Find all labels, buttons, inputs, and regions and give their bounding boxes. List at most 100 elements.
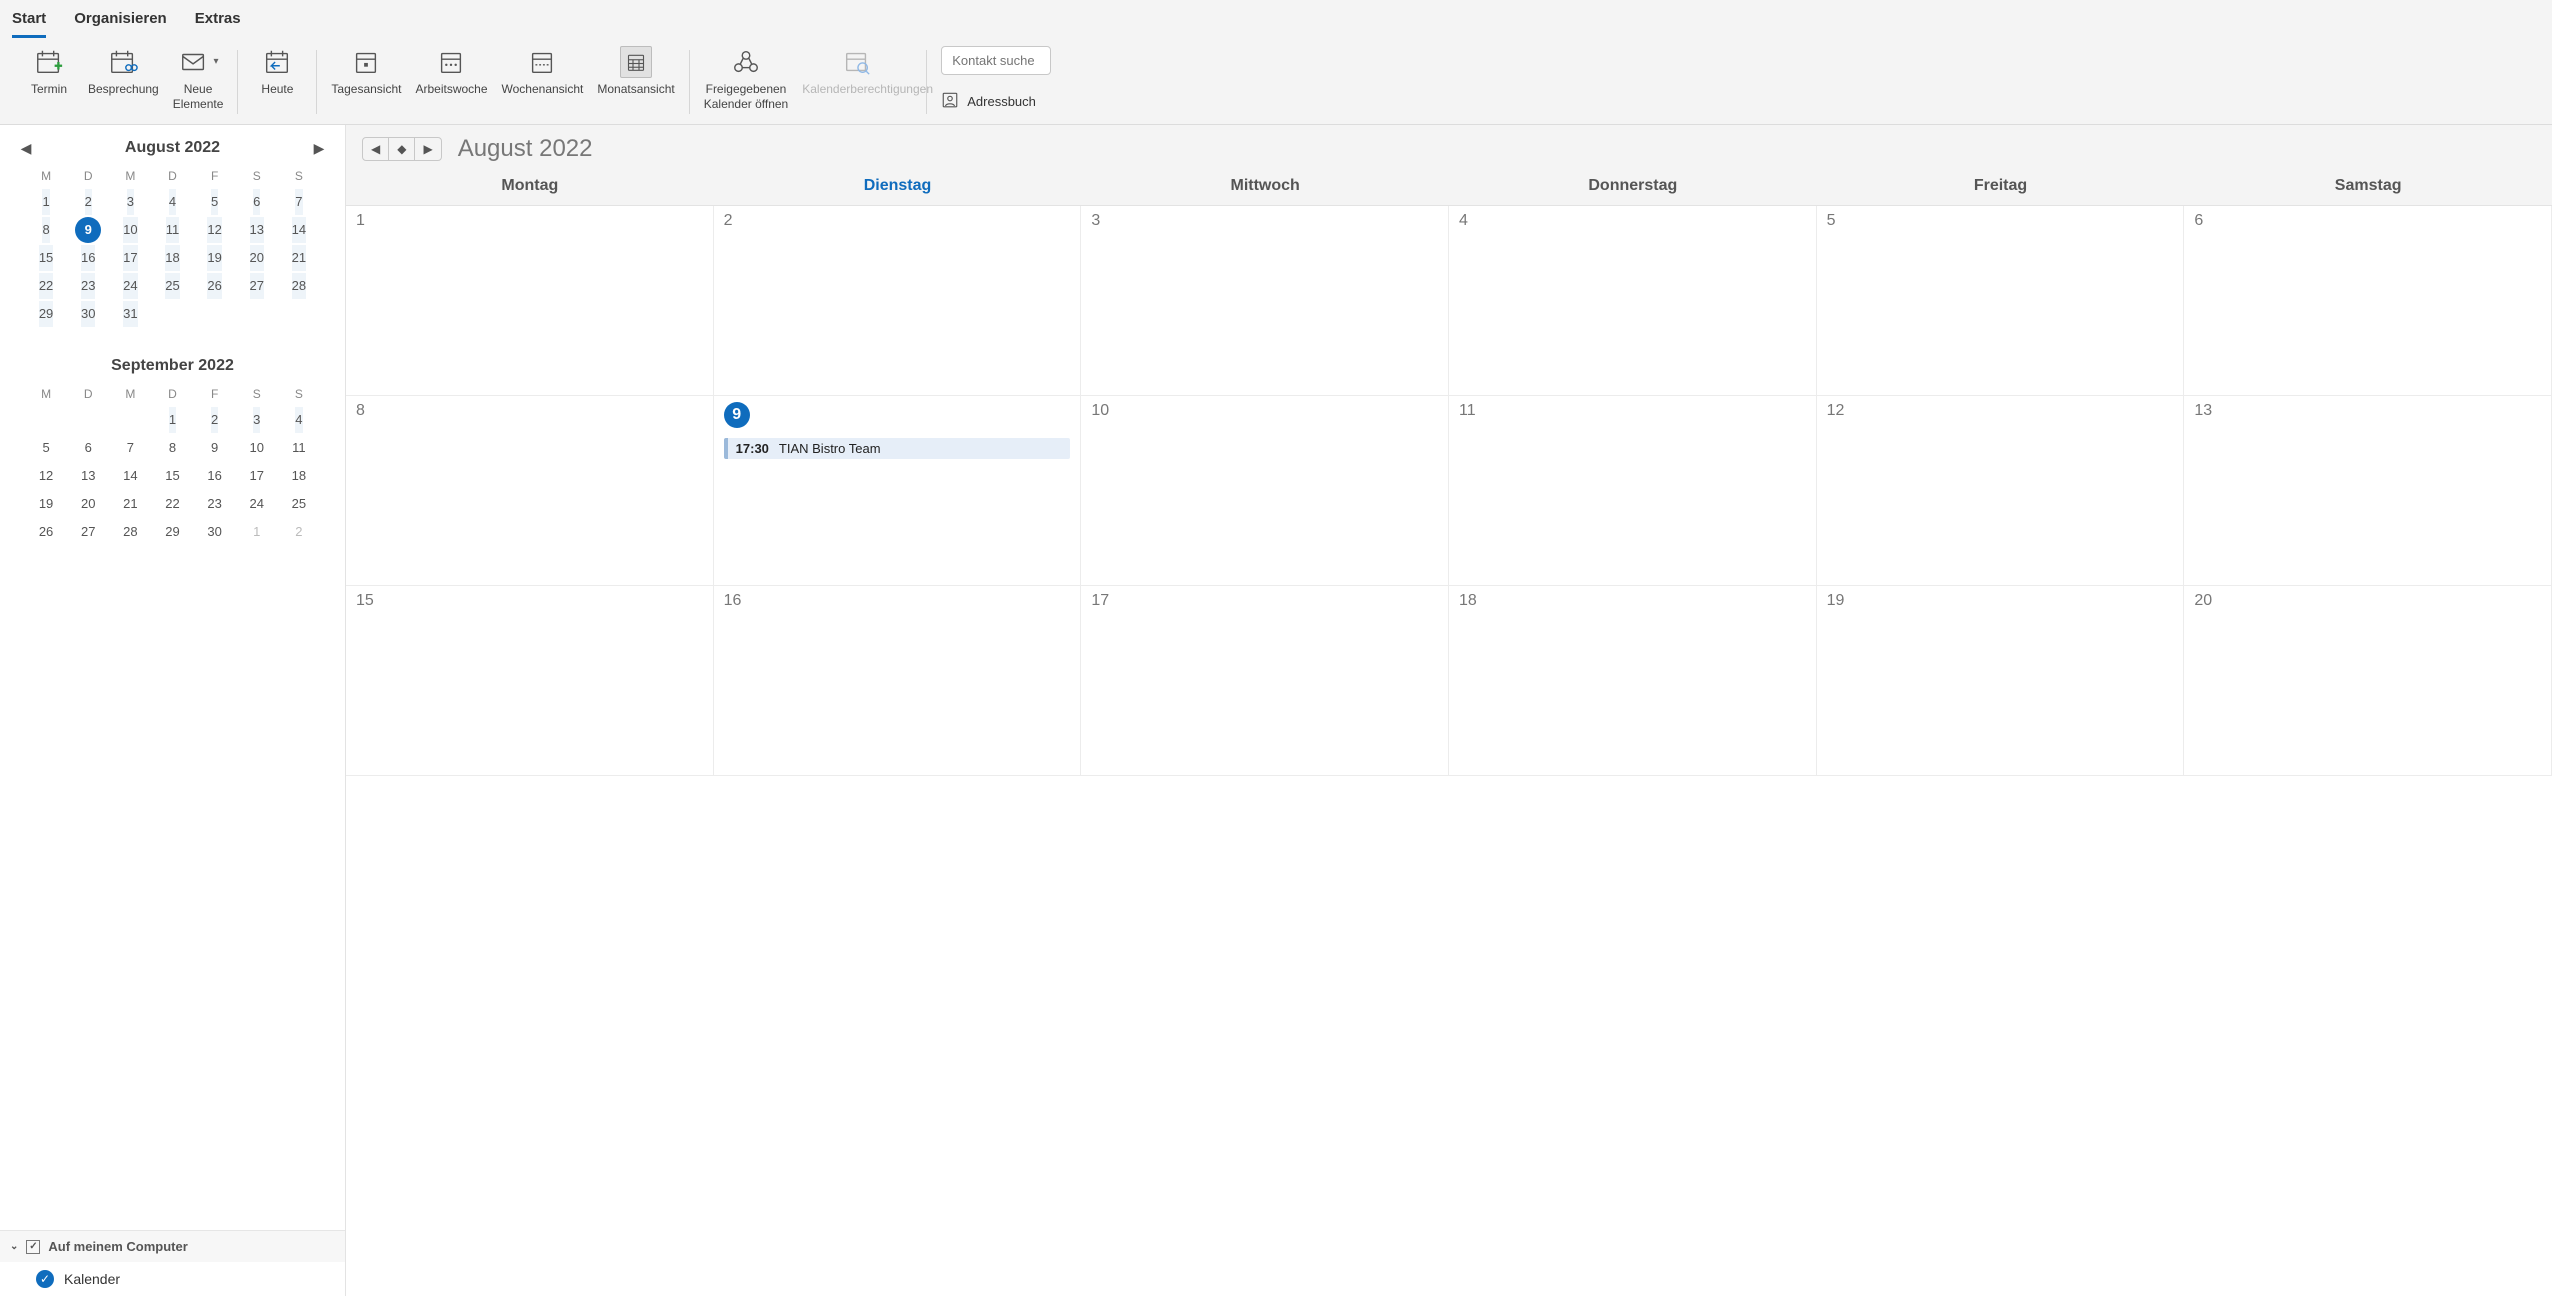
mini-day[interactable]: 1 [169,407,176,433]
mini-day[interactable]: 8 [159,435,185,461]
calendar-event[interactable]: 17:30TIAN Bistro Team [724,438,1071,459]
mini-day[interactable]: 20 [75,491,101,517]
mini-day[interactable]: 31 [123,301,137,327]
mini-day[interactable]: 30 [81,301,95,327]
mini-day[interactable]: 10 [123,217,137,243]
day-cell[interactable]: 19 [1817,586,2185,776]
day-cell[interactable]: 16 [714,586,1082,776]
mini-day[interactable]: 7 [117,435,143,461]
month-prev-button[interactable]: ◀ [363,138,389,160]
mini-day[interactable]: 1 [42,189,49,215]
mini-day[interactable]: 27 [75,519,101,545]
mini-day[interactable]: 2 [85,189,92,215]
mini-day[interactable]: 4 [169,189,176,215]
mini-day[interactable]: 15 [39,245,53,271]
freigegebenen-button[interactable]: Freigegebenen Kalender öffnen [704,46,789,112]
arbeitswoche-button[interactable]: Arbeitswoche [415,46,487,97]
day-cell[interactable]: 8 [346,396,714,586]
mini-day[interactable]: 28 [117,519,143,545]
mini-day[interactable]: 11 [166,217,180,243]
neue-elemente-button[interactable]: ▾ Neue Elemente [173,46,224,112]
mini-day[interactable]: 8 [42,217,49,243]
mini-day[interactable]: 1 [244,519,270,545]
mini-day[interactable]: 7 [295,189,302,215]
mini-day[interactable]: 2 [286,519,312,545]
mini-day[interactable]: 29 [39,301,53,327]
mini-day[interactable]: 14 [292,217,306,243]
wochenansicht-button[interactable]: Wochenansicht [502,46,584,97]
calendar-checkbox-icon[interactable]: ✓ [36,1270,54,1288]
day-cell[interactable]: 18 [1449,586,1817,776]
contact-search-input[interactable] [941,46,1051,75]
day-cell[interactable]: 3 [1081,206,1449,396]
mini-day[interactable]: 19 [33,491,59,517]
mini-day[interactable]: 13 [250,217,264,243]
mini-day[interactable]: 23 [81,273,95,299]
day-cell[interactable]: 4 [1449,206,1817,396]
group-checkbox[interactable]: ✓ [26,1240,40,1254]
mini-day[interactable]: 27 [250,273,264,299]
mini-day[interactable]: 12 [207,217,221,243]
heute-button[interactable]: Heute [252,46,302,97]
day-cell[interactable]: 2 [714,206,1082,396]
mini-day[interactable]: 26 [33,519,59,545]
mini-day[interactable]: 9 [75,217,101,243]
mini-day[interactable]: 6 [253,189,260,215]
menu-tab-extras[interactable]: Extras [195,10,241,38]
day-cell[interactable]: 10 [1081,396,1449,586]
berechtigungen-button[interactable]: Kalenderberechtigungen [802,46,912,97]
mini-day[interactable]: 25 [165,273,179,299]
mini-day[interactable]: 26 [207,273,221,299]
mini-day[interactable]: 6 [75,435,101,461]
monatsansicht-button[interactable]: Monatsansicht [597,46,674,97]
mini-day[interactable]: 11 [286,435,312,461]
mini-day[interactable]: 5 [211,189,218,215]
mini-prev-button[interactable]: ◀ [18,140,34,157]
mini-day[interactable]: 21 [292,245,306,271]
day-cell[interactable]: 1 [346,206,714,396]
menu-tab-organisieren[interactable]: Organisieren [74,10,167,38]
mini-day[interactable]: 29 [159,519,185,545]
mini-day[interactable]: 5 [33,435,59,461]
calendar-item[interactable]: ✓ Kalender [0,1262,345,1296]
adressbuch-button[interactable]: Adressbuch [941,91,1036,112]
mini-day[interactable]: 18 [286,463,312,489]
mini-day[interactable]: 14 [117,463,143,489]
mini-day[interactable]: 2 [211,407,218,433]
mini-day[interactable]: 28 [292,273,306,299]
day-cell[interactable]: 15 [346,586,714,776]
day-cell[interactable]: 5 [1817,206,2185,396]
mini-day[interactable]: 30 [202,519,228,545]
day-cell[interactable]: 20 [2184,586,2552,776]
day-cell[interactable]: 11 [1449,396,1817,586]
mini-day[interactable]: 19 [207,245,221,271]
mini-next-button[interactable]: ▶ [311,140,327,157]
mini-day[interactable]: 16 [81,245,95,271]
mini-day[interactable]: 9 [202,435,228,461]
mini-day[interactable]: 16 [202,463,228,489]
mini-day[interactable]: 17 [244,463,270,489]
mini-day[interactable]: 15 [159,463,185,489]
mini-day[interactable]: 13 [75,463,101,489]
mini-day[interactable]: 22 [159,491,185,517]
day-cell[interactable]: 13 [2184,396,2552,586]
day-cell[interactable]: 917:30TIAN Bistro Team [714,396,1082,586]
tagesansicht-button[interactable]: Tagesansicht [331,46,401,97]
day-cell[interactable]: 6 [2184,206,2552,396]
mini-day[interactable]: 24 [123,273,137,299]
mini-day[interactable]: 3 [127,189,134,215]
termin-button[interactable]: Termin [24,46,74,97]
month-today-button[interactable]: ◆ [389,138,415,160]
mini-day[interactable]: 20 [250,245,264,271]
mini-day[interactable]: 23 [202,491,228,517]
mini-day[interactable]: 12 [33,463,59,489]
month-grid[interactable]: 1234568917:30TIAN Bistro Team10111213151… [346,206,2552,1296]
day-cell[interactable]: 12 [1817,396,2185,586]
mini-day[interactable]: 10 [244,435,270,461]
day-cell[interactable]: 17 [1081,586,1449,776]
besprechung-button[interactable]: Besprechung [88,46,159,97]
mini-day[interactable]: 25 [286,491,312,517]
mini-day[interactable]: 24 [244,491,270,517]
mini-day[interactable]: 17 [123,245,137,271]
mini-day[interactable]: 3 [253,407,260,433]
